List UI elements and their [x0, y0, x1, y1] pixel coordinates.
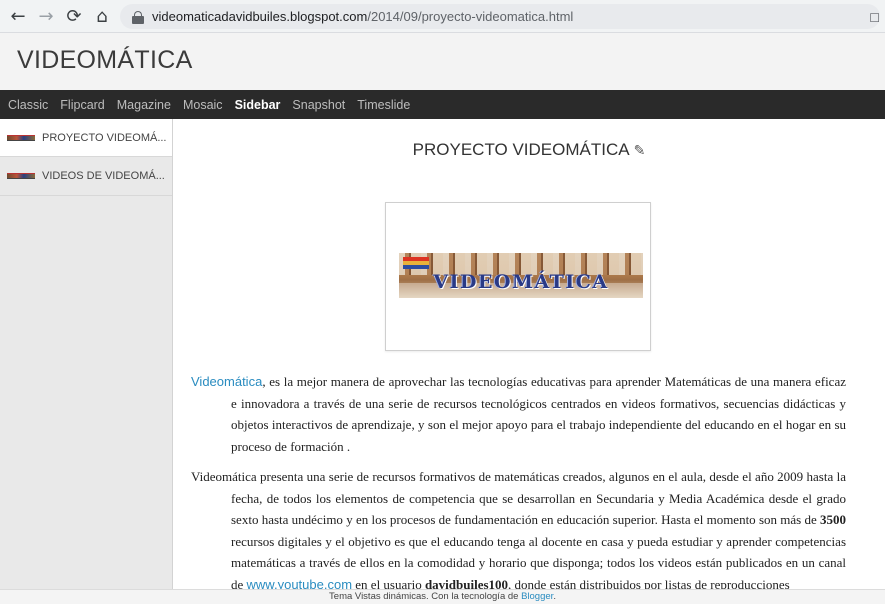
browser-toolbar: ← → ⟳ ⌂ videomaticadavidbuiles.blogspot.…: [0, 0, 885, 33]
post-list-sidebar: PROYECTO VIDEOMÁ... VIDEOS DE VIDEOMÁ...: [0, 119, 173, 604]
url-path: /2014/09/proyecto-videomatica.html: [367, 9, 574, 24]
lock-icon[interactable]: [132, 10, 144, 24]
post-title: PROYECTO VIDEOMÁTICA ✎: [173, 140, 885, 160]
blog-title[interactable]: VIDEOMÁTICA: [17, 46, 193, 75]
blog-header: VIDEOMÁTICA: [0, 33, 885, 90]
blogger-link[interactable]: Blogger: [521, 591, 553, 602]
banner-text: VIDEOMÁTICA: [433, 271, 609, 293]
back-arrow-icon[interactable]: ←: [4, 2, 32, 30]
address-bar[interactable]: videomaticadavidbuiles.blogspot.com/2014…: [120, 4, 880, 29]
view-sidebar[interactable]: Sidebar: [235, 98, 281, 112]
paragraph-2-count: 3500: [820, 512, 846, 527]
view-snapshot[interactable]: Snapshot: [292, 98, 345, 112]
videomatica-link[interactable]: Videomática: [191, 374, 262, 389]
footer-end: .: [553, 591, 556, 602]
post-image[interactable]: VIDEOMÁTICA: [385, 202, 651, 351]
footer-text: Tema Vistas dinámicas. Con la tecnología…: [329, 591, 522, 602]
post-thumbnail: [7, 134, 35, 141]
sidebar-item-videos[interactable]: VIDEOS DE VIDEOMÁ...: [0, 157, 172, 196]
paragraph-2-text-a: Videomática presenta una serie de recurs…: [191, 469, 846, 527]
post-title-text: PROYECTO VIDEOMÁTICA: [412, 140, 630, 159]
home-icon[interactable]: ⌂: [88, 2, 116, 30]
url-host: videomaticadavidbuiles.blogspot.com: [152, 9, 368, 24]
pencil-icon[interactable]: ✎: [634, 143, 646, 159]
reload-icon[interactable]: ⟳: [60, 2, 88, 30]
forward-arrow-icon[interactable]: →: [32, 2, 60, 30]
view-timeslide[interactable]: Timeslide: [357, 98, 410, 112]
youtube-link[interactable]: www.youtube.com: [247, 577, 353, 590]
post-thumbnail: [7, 173, 35, 179]
post-content: PROYECTO VIDEOMÁTICA ✎ VIDEOMÁTICA Videom…: [173, 119, 885, 589]
view-flipcard[interactable]: Flipcard: [60, 98, 104, 112]
view-classic[interactable]: Classic: [8, 98, 48, 112]
sidebar-item-label: PROYECTO VIDEOMÁ...: [42, 131, 167, 144]
flag-icon: [403, 257, 429, 269]
paragraph-2-text-d: , donde están distribuidos por listas de…: [508, 576, 790, 590]
view-switcher: Classic Flipcard Magazine Mosaic Sidebar…: [0, 90, 885, 119]
paragraph-2-text-c: en el usuario: [352, 576, 425, 590]
sidebar-item-label: VIDEOS DE VIDEOMÁ...: [42, 170, 165, 182]
sidebar-item-proyecto[interactable]: PROYECTO VIDEOMÁ...: [0, 119, 172, 157]
blog-footer: Tema Vistas dinámicas. Con la tecnología…: [0, 589, 885, 604]
view-mosaic[interactable]: Mosaic: [183, 98, 223, 112]
paragraph-2: Videomática presenta una serie de recurs…: [191, 466, 846, 589]
paragraph-1-text: , es la mejor manera de aprovechar las t…: [231, 374, 846, 454]
paragraph-2-user: davidbuiles100: [424, 576, 509, 590]
videomatica-banner-image: VIDEOMÁTICA: [399, 253, 643, 298]
paragraph-1: Videomática, es la mejor manera de aprov…: [191, 371, 846, 457]
extension-icon[interactable]: ☐: [869, 11, 880, 25]
view-magazine[interactable]: Magazine: [117, 98, 171, 112]
post-body: Videomática, es la mejor manera de aprov…: [191, 371, 846, 589]
